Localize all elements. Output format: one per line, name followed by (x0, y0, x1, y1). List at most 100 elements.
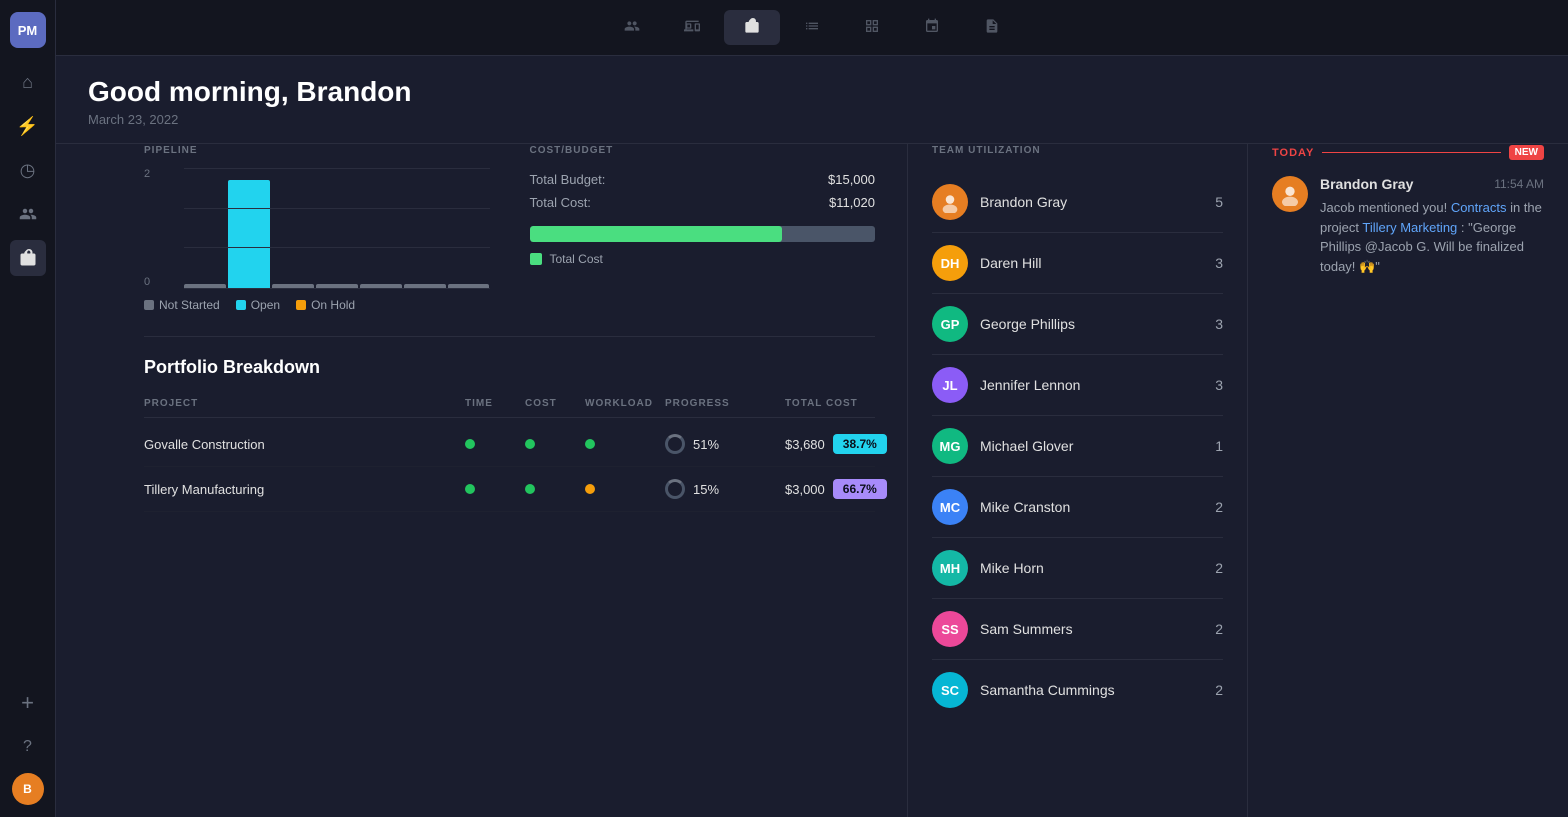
user-avatar[interactable]: B (12, 773, 44, 805)
team-member-brandon[interactable]: Brandon Gray 5 (932, 172, 1223, 233)
sidebar-item-activity[interactable]: ⚡ (10, 108, 46, 144)
team-member-horn[interactable]: MH Mike Horn 2 (932, 538, 1223, 599)
budget-legend: Total Cost (530, 252, 876, 266)
app-logo[interactable]: PM (10, 12, 46, 48)
table-header: PROJECT TIME COST WORKLOAD PROGRESS TOTA… (144, 398, 875, 418)
nav-tab-docs[interactable] (964, 10, 1020, 45)
nav-tab-project[interactable] (724, 10, 780, 45)
member-name-horn: Mike Horn (980, 560, 1203, 576)
workload-dot-2 (585, 484, 595, 494)
team-members-list: Brandon Gray 5 DH Daren Hill 3 GP George… (932, 172, 1223, 720)
team-member-daren[interactable]: DH Daren Hill 3 (932, 233, 1223, 294)
y-label-top: 2 (144, 168, 179, 180)
sidebar-item-clock[interactable]: ◷ (10, 152, 46, 188)
breakdown-table: PROJECT TIME COST WORKLOAD PROGRESS TOTA… (144, 398, 875, 512)
team-member-sam[interactable]: SS Sam Summers 2 (932, 599, 1223, 660)
calendar-icon (924, 18, 940, 37)
workload-dot-1 (585, 439, 595, 449)
project-name-1: Govalle Construction (144, 437, 465, 452)
member-count-george: 3 (1215, 316, 1223, 332)
member-avatar-george: GP (932, 306, 968, 342)
team-member-george[interactable]: GP George Phillips 3 (932, 294, 1223, 355)
member-name-george: George Phillips (980, 316, 1203, 332)
workstream-header: Brandon Gray 11:54 AM (1320, 176, 1544, 192)
cost-dot-2 (525, 484, 535, 494)
greeting-title: Good morning, Brandon (88, 76, 1536, 108)
col-progress: PROGRESS (665, 398, 785, 409)
sidebar-item-briefcase[interactable] (10, 240, 46, 276)
y-label-bottom: 0 (144, 276, 179, 288)
workload-cell-2 (585, 484, 665, 494)
member-count-sam: 2 (1215, 621, 1223, 637)
tillery-link[interactable]: Tillery Marketing (1362, 220, 1457, 235)
workstream-author: Brandon Gray (1320, 176, 1413, 192)
pipeline-label: PIPELINE (144, 145, 490, 156)
board-icon (864, 18, 880, 37)
col-project: PROJECT (144, 398, 465, 409)
cost-budget-label: COST/BUDGET (530, 145, 876, 156)
nav-tab-list[interactable] (784, 10, 840, 45)
total-cost-value-2: $3,000 (785, 482, 825, 497)
chart-legend: Not Started Open On Hold (144, 298, 490, 312)
sidebar-add-button[interactable]: + (10, 685, 46, 721)
sidebar-help-button[interactable]: ? (10, 729, 46, 765)
member-count-brandon: 5 (1215, 194, 1223, 210)
total-cost-label: Total Cost: (530, 195, 591, 210)
project-icon (744, 18, 760, 37)
member-avatar-samantha: SC (932, 672, 968, 708)
sidebar-item-home[interactable]: ⌂ (10, 64, 46, 100)
workstream-avatar (1272, 176, 1308, 212)
legend-not-started-dot (144, 300, 154, 310)
member-name-brandon: Brandon Gray (980, 194, 1203, 210)
team-utilization-label: TEAM UTILIZATION (932, 145, 1223, 156)
total-budget-value: $15,000 (828, 172, 875, 187)
workstream-today: TODAY NEW (1272, 145, 1544, 160)
cost-cell-2 (525, 484, 585, 494)
team-member-michael[interactable]: MG Michael Glover 1 (932, 416, 1223, 477)
cost-budget-section: COST/BUDGET Total Budget: $15,000 Total … (530, 145, 876, 312)
time-cell-1 (465, 439, 525, 449)
today-label: TODAY (1272, 147, 1314, 159)
progress-cell-2: 15% (665, 479, 785, 499)
team-member-samantha[interactable]: SC Samantha Cummings 2 (932, 660, 1223, 720)
team-member-jennifer[interactable]: JL Jennifer Lennon 3 (932, 355, 1223, 416)
team-icon (624, 18, 640, 37)
contracts-link[interactable]: Contracts (1451, 200, 1507, 215)
left-panel: Portfolio Summary PIPELINE 2 (112, 80, 908, 817)
member-count-horn: 2 (1215, 560, 1223, 576)
nav-tab-board[interactable] (844, 10, 900, 45)
member-count-daren: 3 (1215, 255, 1223, 271)
workstream-item: Brandon Gray 11:54 AM Jacob mentioned yo… (1272, 176, 1544, 276)
sidebar: PM ⌂ ⚡ ◷ + ? B (0, 0, 56, 817)
nav-tab-calendar[interactable] (904, 10, 960, 45)
portfolio-summary-content: PIPELINE 2 0 (144, 145, 875, 312)
chart-grid (144, 168, 490, 288)
pipeline-section: PIPELINE 2 0 (144, 145, 490, 312)
time-dot-1 (465, 439, 475, 449)
total-budget-label: Total Budget: (530, 172, 606, 187)
legend-on-hold-dot (296, 300, 306, 310)
total-cost-value-1: $3,680 (785, 437, 825, 452)
sidebar-item-people[interactable] (10, 196, 46, 232)
portfolio-breakdown-title: Portfolio Breakdown (144, 357, 875, 378)
total-cost-value: $11,020 (829, 195, 875, 210)
legend-on-hold-label: On Hold (311, 298, 355, 312)
member-name-cranston: Mike Cranston (980, 499, 1203, 515)
total-budget-row: Total Budget: $15,000 (530, 172, 876, 187)
top-navigation (112, 0, 1568, 56)
team-member-cranston[interactable]: MC Mike Cranston 2 (932, 477, 1223, 538)
member-avatar-jennifer: JL (932, 367, 968, 403)
header-date: March 23, 2022 (88, 112, 1536, 127)
project-name-2: Tillery Manufacturing (144, 482, 465, 497)
page-header: Good morning, Brandon March 23, 2022 (56, 56, 1568, 144)
grid-line-mid1 (184, 208, 490, 209)
legend-open: Open (236, 298, 280, 312)
col-total-cost: TOTAL COST (785, 398, 875, 409)
nav-tab-team[interactable] (604, 10, 660, 45)
grid-line-bottom (184, 288, 490, 289)
workstream-message: Jacob mentioned you! Contracts in the pr… (1320, 198, 1544, 276)
legend-not-started: Not Started (144, 298, 220, 312)
docs-icon (984, 18, 1000, 37)
nav-tab-portfolio[interactable] (664, 10, 720, 45)
member-count-cranston: 2 (1215, 499, 1223, 515)
